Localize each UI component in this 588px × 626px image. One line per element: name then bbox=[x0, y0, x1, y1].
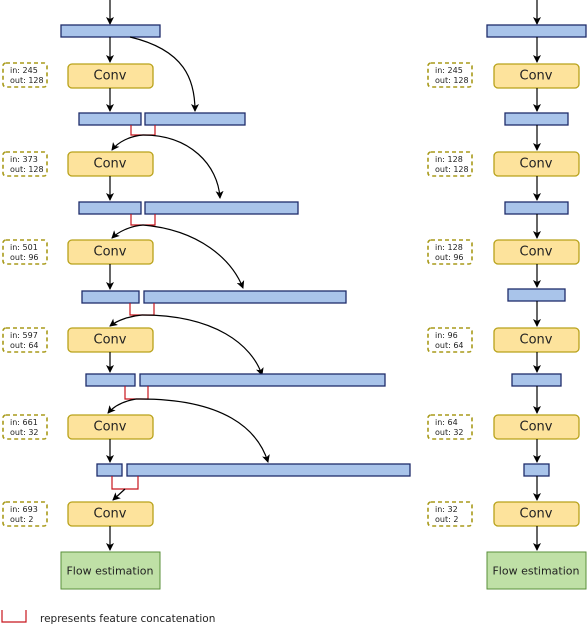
feature-map bbox=[143, 290, 347, 304]
io-in: in: 32 bbox=[435, 505, 458, 514]
io-in: in: 373 bbox=[10, 155, 38, 164]
skip-arrow bbox=[142, 224, 245, 289]
io-in: in: 245 bbox=[10, 66, 38, 75]
feature-map bbox=[85, 373, 136, 387]
skip-arrow bbox=[135, 398, 270, 463]
feature-map bbox=[523, 463, 550, 477]
io-in: in: 64 bbox=[435, 418, 458, 427]
conv-label: Conv bbox=[94, 69, 127, 84]
io-out: out: 2 bbox=[10, 515, 33, 524]
conv-label: Conv bbox=[94, 333, 127, 348]
feature-map bbox=[144, 112, 246, 126]
left-decoder: Conv in: 245 out: 128 Conv in: 373 out: … bbox=[2, 0, 411, 590]
arrow bbox=[107, 398, 137, 414]
io-out: out: 96 bbox=[435, 253, 464, 262]
io-out: out: 128 bbox=[10, 76, 44, 85]
feature-map bbox=[507, 288, 566, 302]
io-out: out: 32 bbox=[10, 428, 39, 437]
io-in: in: 501 bbox=[10, 243, 38, 252]
legend: represents feature concatenation bbox=[1, 610, 215, 625]
arrow bbox=[112, 488, 126, 501]
io-in: in: 96 bbox=[435, 331, 458, 340]
io-out: out: 64 bbox=[435, 341, 464, 350]
diagram-canvas: Conv in: 245 out: 128 Conv in: 373 out: … bbox=[1, 0, 587, 625]
feature-map bbox=[504, 201, 569, 215]
feature-map bbox=[96, 463, 123, 477]
concat-bracket bbox=[130, 125, 156, 136]
arrow bbox=[111, 224, 144, 239]
conv-label: Conv bbox=[520, 69, 553, 84]
io-in: in: 597 bbox=[10, 331, 38, 340]
feature-map-input bbox=[60, 24, 161, 38]
feature-map bbox=[504, 112, 569, 126]
arrow bbox=[109, 314, 143, 327]
flow-estimation-label: Flow estimation bbox=[66, 565, 153, 578]
conv-label: Conv bbox=[520, 420, 553, 435]
feature-map bbox=[144, 201, 299, 215]
conv-label: Conv bbox=[520, 507, 553, 522]
conv-label: Conv bbox=[94, 507, 127, 522]
io-out: out: 96 bbox=[10, 253, 39, 262]
feature-map bbox=[511, 373, 562, 387]
io-in: in: 245 bbox=[435, 66, 463, 75]
io-out: out: 128 bbox=[435, 76, 469, 85]
conv-label: Conv bbox=[520, 333, 553, 348]
flow-estimation-label: Flow estimation bbox=[492, 565, 579, 578]
feature-map bbox=[78, 201, 142, 215]
concat-bracket bbox=[130, 214, 156, 226]
concat-bracket bbox=[129, 303, 155, 316]
feature-map bbox=[126, 463, 411, 477]
feature-map-input bbox=[486, 24, 587, 38]
io-out: out: 32 bbox=[435, 428, 464, 437]
io-in: in: 693 bbox=[10, 505, 38, 514]
legend-text: represents feature concatenation bbox=[40, 613, 215, 625]
io-out: out: 128 bbox=[435, 165, 469, 174]
conv-label: Conv bbox=[520, 157, 553, 172]
conv-label: Conv bbox=[94, 157, 127, 172]
io-out: out: 64 bbox=[10, 341, 39, 350]
skip-arrow bbox=[141, 314, 264, 376]
io-in: in: 661 bbox=[10, 418, 38, 427]
concat-bracket bbox=[111, 476, 139, 490]
concat-bracket bbox=[124, 386, 149, 400]
right-decoder: Conv in: 245 out: 128 Conv in: 128 out: … bbox=[427, 0, 587, 590]
io-in: in: 128 bbox=[435, 243, 463, 252]
io-out: out: 128 bbox=[10, 165, 44, 174]
skip-arrow bbox=[142, 134, 224, 199]
io-in: in: 128 bbox=[435, 155, 463, 164]
conv-label: Conv bbox=[94, 245, 127, 260]
conv-label: Conv bbox=[520, 245, 553, 260]
conv-label: Conv bbox=[94, 420, 127, 435]
io-out: out: 2 bbox=[435, 515, 458, 524]
feature-map bbox=[78, 112, 142, 126]
concat-legend-icon bbox=[1, 610, 27, 623]
feature-map bbox=[139, 373, 386, 387]
arrow bbox=[111, 134, 144, 151]
feature-map bbox=[81, 290, 140, 304]
